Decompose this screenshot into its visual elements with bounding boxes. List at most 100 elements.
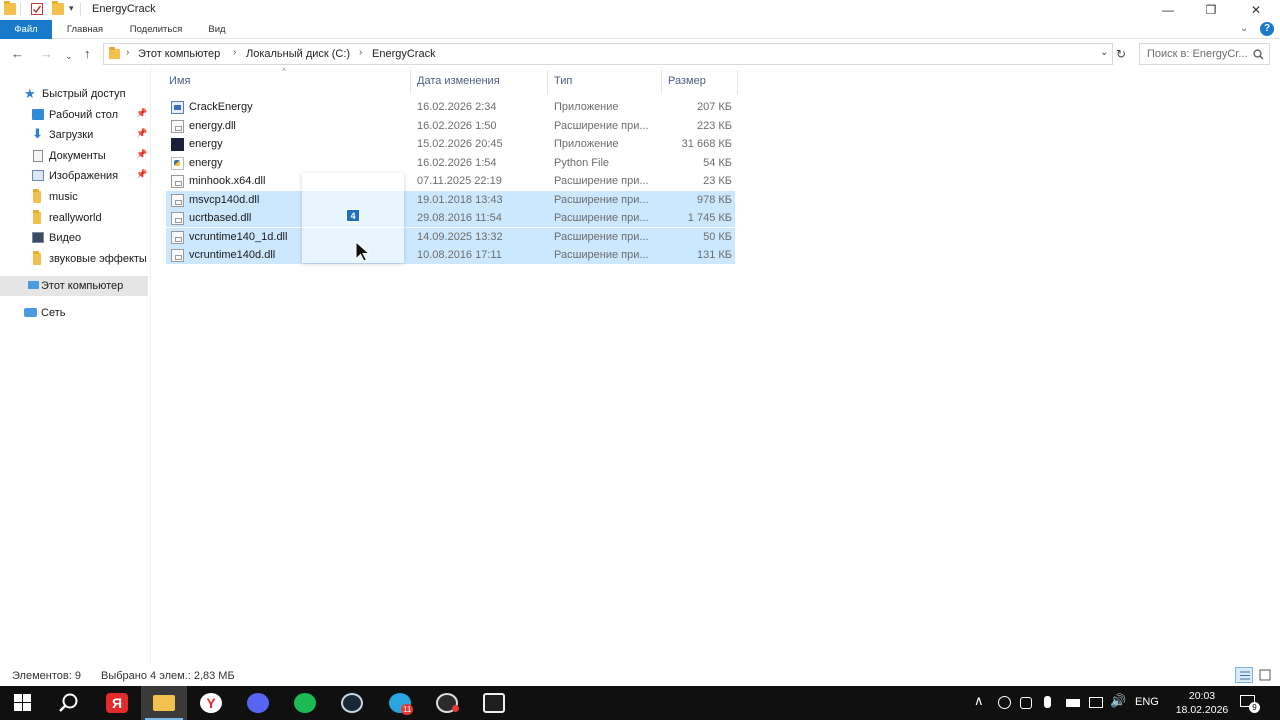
recording-dot-icon (452, 705, 459, 712)
tab-file[interactable]: Файл (0, 20, 52, 39)
back-button[interactable]: ← (11, 46, 24, 62)
breadcrumb-this-pc[interactable]: Этот компьютер (138, 48, 220, 60)
help-icon[interactable]: ? (1260, 22, 1274, 36)
dll-icon (171, 175, 184, 188)
file-row[interactable]: vcruntime140_1d.dll 14.09.2025 13:32 Расши… (166, 227, 735, 246)
taskbar-steam[interactable] (329, 686, 375, 720)
file-date: 14.09.2025 13:32 (417, 230, 503, 243)
nav-item-documents[interactable]: Документы 📌 (0, 146, 150, 166)
pin-icon[interactable]: 📌 (136, 128, 147, 139)
recent-locations-button[interactable]: ⌄ (65, 48, 73, 64)
close-button[interactable]: ✕ (1233, 0, 1279, 20)
qat-dropdown-icon[interactable]: ▾ (69, 3, 74, 14)
documents-icon (33, 150, 43, 162)
file-row[interactable]: ucrtbased.dll 29.08.2016 11:54 Расширение … (166, 209, 735, 227)
search-box[interactable]: Поиск в: EnergyCr... (1139, 43, 1270, 65)
file-size: 54 КБ (703, 156, 732, 169)
nav-item-desktop[interactable]: Рабочий стол 📌 (0, 105, 150, 125)
properties-check-icon[interactable] (31, 3, 43, 15)
taskbar-file-explorer[interactable] (141, 686, 187, 720)
pin-icon[interactable]: 📌 (136, 108, 147, 119)
file-explorer-icon (153, 695, 175, 711)
file-name: energy (189, 138, 223, 150)
taskbar-yandex[interactable]: Y (188, 686, 234, 720)
folder-icon (109, 47, 120, 59)
column-header-type[interactable]: Тип (554, 75, 572, 87)
column-divider[interactable] (737, 70, 738, 94)
nav-item-video[interactable]: Видео (0, 228, 150, 248)
pin-icon[interactable]: 📌 (136, 149, 147, 160)
ea-app-icon (483, 693, 505, 713)
file-row[interactable]: CrackEnergy 16.02.2026 2:34 Приложение 207 … (166, 98, 735, 116)
nav-item-music[interactable]: music (0, 187, 150, 207)
show-hidden-icons-icon[interactable]: ∧ (974, 693, 984, 709)
file-row[interactable]: energy 15.02.2026 20:45 Приложение 31 668 К… (166, 135, 735, 153)
folder-icon (33, 251, 41, 265)
forward-button[interactable]: → (40, 46, 53, 62)
taskbar-yandex-browser[interactable]: Я (94, 686, 140, 720)
file-row[interactable]: energy 16.02.2026 1:54 Python File 54 КБ (166, 154, 735, 172)
drag-count-badge: 4 (346, 209, 360, 222)
pin-icon[interactable]: 📌 (136, 169, 147, 180)
up-button[interactable]: ↑ (84, 46, 91, 62)
breadcrumb-energycrack[interactable]: EnergyCrack (372, 48, 436, 60)
tab-home[interactable]: Главная (56, 20, 114, 39)
taskbar-spotify[interactable] (282, 686, 328, 720)
breadcrumb-local-disk[interactable]: Локальный диск (C:) (246, 48, 350, 60)
address-dropdown-icon[interactable]: ⌄ (1100, 47, 1108, 58)
details-view-button[interactable] (1235, 667, 1253, 683)
taskbar-telegram[interactable]: 11 (377, 686, 423, 720)
tray-app-icon[interactable] (998, 696, 1011, 709)
new-folder-icon[interactable] (52, 1, 64, 15)
restore-button[interactable]: ❐ (1188, 0, 1234, 20)
taskbar-discord[interactable] (235, 686, 281, 720)
address-bar[interactable]: › Этот компьютер › Локальный диск (C:) ›… (103, 43, 1113, 65)
battery-icon[interactable] (1066, 699, 1080, 707)
chevron-right-icon[interactable]: › (359, 47, 362, 58)
taskbar-ea-app[interactable] (471, 686, 517, 720)
file-row[interactable]: energy.dll 16.02.2026 1:50 Расширение при.… (166, 117, 735, 135)
nav-item-downloads[interactable]: ⬇ Загрузки 📌 (0, 125, 150, 145)
volume-icon[interactable]: 🔊 (1110, 693, 1126, 709)
chevron-right-icon[interactable]: › (126, 47, 129, 58)
file-row[interactable]: vcruntime140d.dll 10.08.2016 17:11 Расшире… (166, 246, 735, 264)
column-divider[interactable] (661, 70, 662, 94)
column-header-size[interactable]: Размер (668, 75, 706, 87)
nav-this-pc[interactable]: Этот компьютер (0, 276, 148, 296)
nav-item-pictures[interactable]: Изображения 📌 (0, 166, 150, 186)
network-tray-icon[interactable] (1089, 697, 1103, 708)
start-button[interactable] (0, 686, 46, 720)
nav-network[interactable]: Сеть (0, 303, 150, 323)
column-divider[interactable] (410, 70, 411, 94)
taskbar-search[interactable] (46, 686, 92, 720)
clock[interactable]: 20:03 18.02.2026 (1170, 689, 1234, 717)
clock-date: 18.02.2026 (1175, 704, 1229, 716)
ribbon-expand-icon[interactable]: ⌄ (1240, 23, 1248, 34)
refresh-icon[interactable]: ↻ (1116, 47, 1126, 61)
dll-icon (171, 119, 184, 133)
notification-center-button[interactable]: 9 (1238, 694, 1260, 713)
nav-quick-access[interactable]: ★ Быстрый доступ (0, 84, 150, 104)
tab-share[interactable]: Поделиться (120, 20, 192, 39)
address-row: ← → ⌄ ↑ › Этот компьютер › Локальный дис… (0, 40, 1280, 68)
language-indicator[interactable]: ENG (1135, 696, 1159, 708)
microphone-icon[interactable] (1044, 696, 1051, 708)
tray-sync-icon[interactable] (1020, 697, 1032, 709)
nav-item-sound-effects[interactable]: звуковые эффекты (0, 249, 150, 269)
clock-time: 20:03 (1188, 690, 1216, 702)
tab-view[interactable]: Вид (199, 20, 235, 39)
ribbon-tabs: Файл Главная Поделиться Вид ⌄ ? (0, 20, 1280, 39)
file-size: 978 КБ (696, 193, 732, 206)
file-row[interactable]: msvcp140d.dll 19.01.2018 13:43 Расширение … (166, 190, 735, 209)
column-divider[interactable] (547, 70, 548, 94)
spotify-icon (294, 693, 316, 713)
column-header-name[interactable]: Имя (169, 75, 190, 87)
chevron-right-icon[interactable]: › (233, 47, 236, 58)
minimize-button[interactable]: — (1145, 0, 1191, 20)
nav-item-reallyworld[interactable]: reallyworld (0, 208, 150, 228)
large-icons-view-button[interactable] (1256, 667, 1274, 683)
nav-quick-access-label: Быстрый доступ (42, 88, 126, 100)
file-row[interactable]: minhook.x64.dll 07.11.2025 22:19 Расширени… (166, 172, 735, 190)
column-header-date[interactable]: Дата изменения (417, 75, 500, 87)
taskbar-recorder[interactable] (424, 686, 470, 720)
